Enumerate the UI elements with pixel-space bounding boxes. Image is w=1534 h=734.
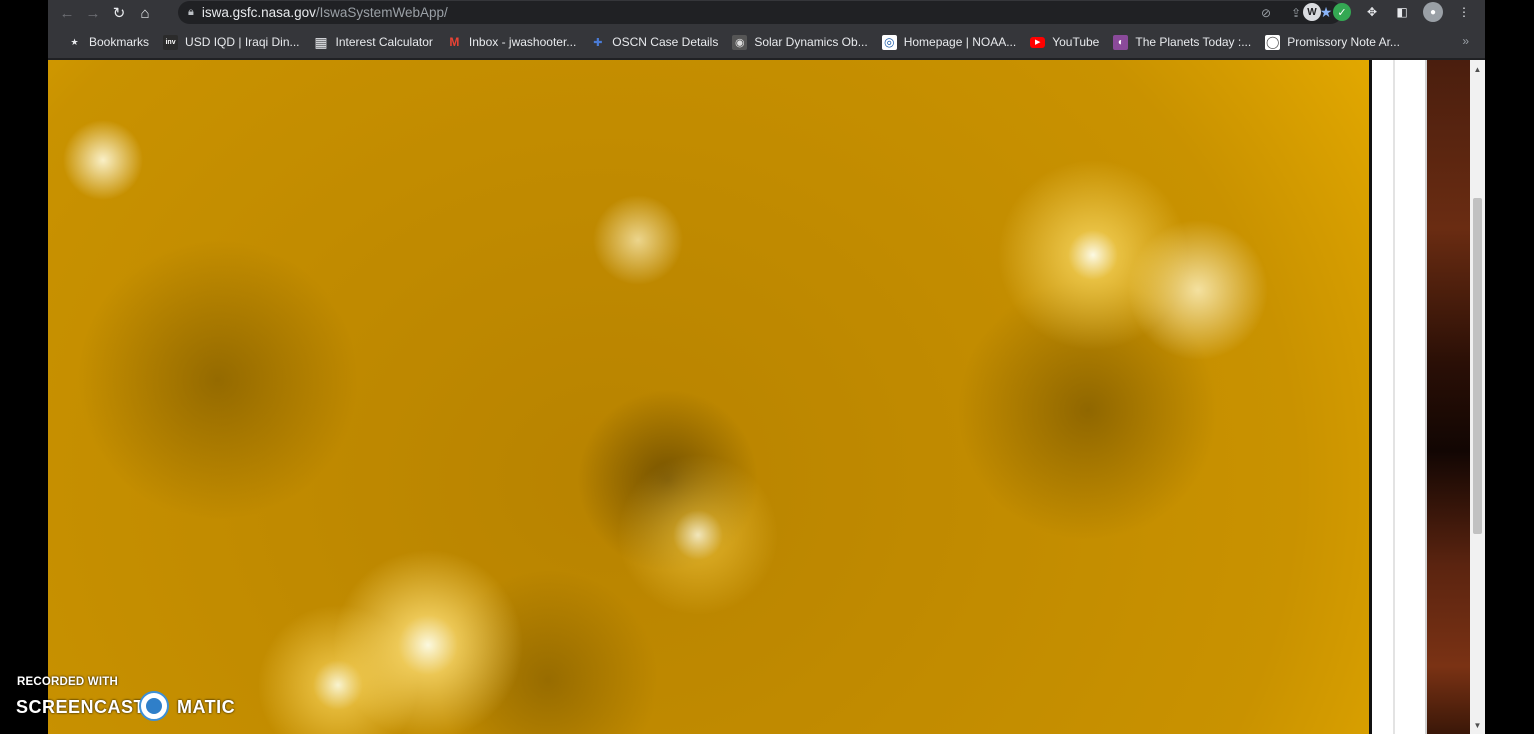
planets-favicon-icon: ◐	[1113, 34, 1129, 50]
oscn-favicon-icon: ✚	[593, 36, 603, 49]
bookmark-label: Solar Dynamics Ob...	[754, 35, 868, 49]
extensions-area: W ✓ ✥ ◧ ● ⋮	[1303, 2, 1473, 22]
bookmark-item[interactable]: ✚ OSCN Case Details	[583, 30, 725, 54]
url-host: iswa.gsfc.nasa.gov	[201, 5, 316, 20]
menu-kebab-icon[interactable]: ⋮	[1455, 3, 1473, 21]
bookmark-item[interactable]: ▦ Interest Calculator	[307, 30, 440, 54]
sdo-favicon-icon: ◉	[732, 34, 748, 50]
bookmark-item[interactable]: ◉ Solar Dynamics Ob...	[725, 30, 874, 54]
bookmarks-overflow-button[interactable]: »	[1462, 34, 1469, 48]
side-panel-icon[interactable]: ◧	[1393, 3, 1411, 21]
reload-button[interactable]: ↻	[106, 1, 132, 25]
bookmarks-star-icon: ★	[70, 36, 79, 47]
lock-icon[interactable]: 🔒︎	[188, 6, 194, 19]
gmail-favicon-icon: M	[449, 35, 460, 49]
inv-favicon-icon: inv	[163, 34, 179, 50]
bookmark-label: Promissory Note Ar...	[1287, 35, 1400, 49]
browser-toolbar: ← → ↻ ⌂ 🔒︎ iswa.gsfc.nasa.gov/IswaSystem…	[48, 0, 1485, 26]
calculator-favicon-icon: ▦	[314, 33, 328, 50]
bookmark-item[interactable]: ◯ Promissory Note Ar...	[1258, 30, 1407, 54]
eye-off-icon[interactable]: ⊘	[1258, 6, 1274, 20]
address-bar[interactable]: 🔒︎ iswa.gsfc.nasa.gov/IswaSystemWebApp/ …	[178, 1, 1342, 24]
profile-avatar[interactable]: ●	[1423, 2, 1443, 22]
puzzle-extensions-icon[interactable]: ✥	[1363, 3, 1381, 21]
panel-divider	[1393, 60, 1395, 734]
panel-divider	[1369, 60, 1372, 734]
url-path: /IswaSystemWebApp/	[315, 5, 448, 20]
bookmark-label: Interest Calculator	[335, 35, 433, 49]
bookmark-item[interactable]: ◐ The Planets Today :...	[1106, 30, 1258, 54]
forward-button[interactable]: →	[80, 1, 106, 25]
bookmark-label: YouTube	[1052, 35, 1100, 49]
bookmark-label: Inbox - jwashooter...	[468, 35, 577, 49]
scrollbar-thumb[interactable]	[1473, 198, 1482, 534]
check-extension-icon[interactable]: ✓	[1333, 3, 1351, 21]
screen: ← → ↻ ⌂ 🔒︎ iswa.gsfc.nasa.gov/IswaSystem…	[0, 0, 1534, 734]
bookmark-item[interactable]: ▶ YouTube	[1023, 30, 1106, 54]
promissory-favicon-icon: ◯	[1265, 34, 1281, 50]
youtube-favicon-icon: ▶	[1030, 36, 1046, 48]
bookmarks-bar: ★ Bookmarks inv USD IQD | Iraqi Din... ▦ In…	[48, 26, 1485, 59]
screencast-watermark: RECORDED WITH SCREENCAST MATIC	[16, 675, 246, 725]
bookmark-label: USD IQD | Iraqi Din...	[185, 35, 300, 49]
screencast-logo-icon	[139, 691, 169, 721]
bookmark-item[interactable]: M Inbox - jwashooter...	[440, 30, 583, 54]
blank-panel	[1375, 60, 1427, 734]
share-icon[interactable]: ⇪	[1288, 6, 1304, 20]
home-button[interactable]: ⌂	[132, 1, 158, 25]
watermark-brand-right: MATIC	[177, 697, 236, 717]
bookmark-label: Homepage | NOAA...	[903, 35, 1017, 49]
vertical-scrollbar[interactable]: ▲ ▼	[1470, 60, 1485, 734]
noaa-favicon-icon: ◎	[881, 34, 897, 50]
browser-window: ← → ↻ ⌂ 🔒︎ iswa.gsfc.nasa.gov/IswaSystem…	[48, 0, 1485, 734]
bookmark-item[interactable]: inv USD IQD | Iraqi Din...	[156, 30, 306, 54]
back-button[interactable]: ←	[54, 1, 80, 25]
scroll-down-arrow-icon[interactable]: ▼	[1470, 718, 1485, 733]
solar-image-panel	[48, 60, 1372, 734]
page-content: ▲ ▼	[48, 60, 1485, 734]
bookmark-label: The Planets Today :...	[1135, 35, 1252, 49]
watermark-brand-left: SCREENCAST	[16, 697, 146, 717]
scroll-up-arrow-icon[interactable]: ▲	[1470, 62, 1485, 77]
bookmark-item[interactable]: ★ Bookmarks	[60, 30, 156, 54]
bookmark-label: OSCN Case Details	[612, 35, 719, 49]
watermark-recorded-with: RECORDED WITH	[17, 676, 118, 688]
w-extension-icon[interactable]: W	[1303, 3, 1321, 21]
solar-image-panel-secondary	[1427, 60, 1470, 734]
bookmark-item[interactable]: ◎ Homepage | NOAA...	[875, 30, 1024, 54]
bookmark-label: Bookmarks	[89, 35, 150, 49]
